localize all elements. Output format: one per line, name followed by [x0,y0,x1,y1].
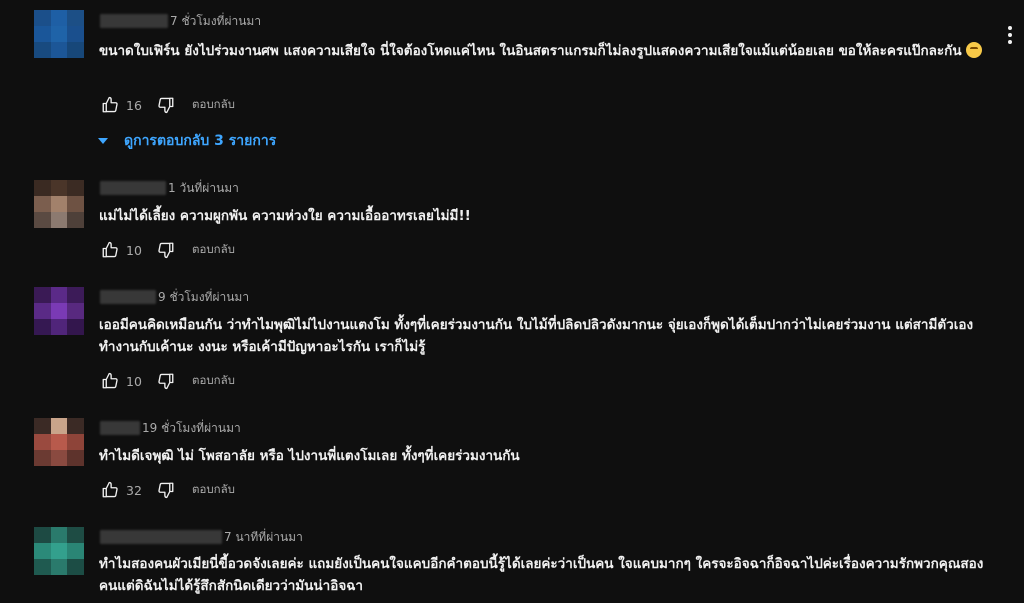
author-name[interactable] [100,181,166,195]
comment-header: 7 ชั่วโมงที่ผ่านมา [100,12,261,30]
like-count: 10 [126,242,142,258]
view-replies-label: ดูการตอบกลับ 3 รายการ [124,133,277,149]
comment-text: แม่ไม่ได้เลี้ยง ความผูกพัน ความห่วงใย คว… [99,208,471,224]
dislike-icon[interactable] [156,371,176,391]
comment-text: ทำไมดีเจพุฒิ ไม่ โพสอาลัย หรือ ไปงานพี่แ… [99,448,520,464]
avatar[interactable] [34,10,84,58]
author-name[interactable] [100,421,140,435]
timestamp[interactable]: 7 นาทีที่ผ่านมา [224,528,303,547]
like-icon[interactable] [100,95,120,115]
avatar[interactable] [34,180,84,228]
like-count: 16 [126,97,142,113]
like-count: 10 [126,373,142,389]
like-icon[interactable] [100,240,120,260]
timestamp[interactable]: 1 วันที่ผ่านมา [168,179,239,198]
comment-actions: 10 ตอบกลับ [100,238,235,262]
dislike-icon[interactable] [156,95,176,115]
like-count: 32 [126,482,142,498]
dislike-icon[interactable] [156,480,176,500]
timestamp[interactable]: 19 ชั่วโมงที่ผ่านมา [142,419,241,438]
author-name[interactable] [100,14,168,28]
comment-actions: 16 ตอบกลับ [100,93,235,117]
comment-text: เออมีคนคิดเหมือนกัน ว่าทำไมพุฒิไม่ไปงานแ… [99,317,974,355]
view-replies-button[interactable]: ดูการตอบกลับ 3 รายการ [96,130,276,152]
author-name[interactable] [100,530,222,544]
avatar[interactable] [34,527,84,575]
comment-header: 7 นาทีที่ผ่านมา [100,528,303,546]
chevron-down-icon [98,138,108,144]
comment-actions: 32 ตอบกลับ [100,478,235,502]
avatar[interactable] [34,418,84,466]
author-name[interactable] [100,290,156,304]
comment-header: 19 ชั่วโมงที่ผ่านมา [100,419,241,437]
like-icon[interactable] [100,480,120,500]
dislike-icon[interactable] [156,240,176,260]
avatar[interactable] [34,287,84,335]
face-with-rolling-eyes-emoji [965,42,982,58]
reply-button[interactable]: ตอบกลับ [192,481,235,499]
more-options-icon[interactable] [1002,24,1018,46]
reply-button[interactable]: ตอบกลับ [192,96,235,114]
comment-text: ทำไมสองคนผัวเมียนี่ขี้อวดจังเลยค่ะ แถมยั… [99,556,984,594]
reply-button[interactable]: ตอบกลับ [192,372,235,390]
like-icon[interactable] [100,371,120,391]
comment-actions: 10 ตอบกลับ [100,369,235,393]
comment-header: 1 วันที่ผ่านมา [100,179,239,197]
reply-button[interactable]: ตอบกลับ [192,241,235,259]
comment-text: ขนาดใบเฟิร์น ยังไปร่วมงานศพ แสงความเสียใ… [99,40,994,62]
timestamp[interactable]: 9 ชั่วโมงที่ผ่านมา [158,288,249,307]
timestamp[interactable]: 7 ชั่วโมงที่ผ่านมา [170,12,261,31]
comment-header: 9 ชั่วโมงที่ผ่านมา [100,288,249,306]
